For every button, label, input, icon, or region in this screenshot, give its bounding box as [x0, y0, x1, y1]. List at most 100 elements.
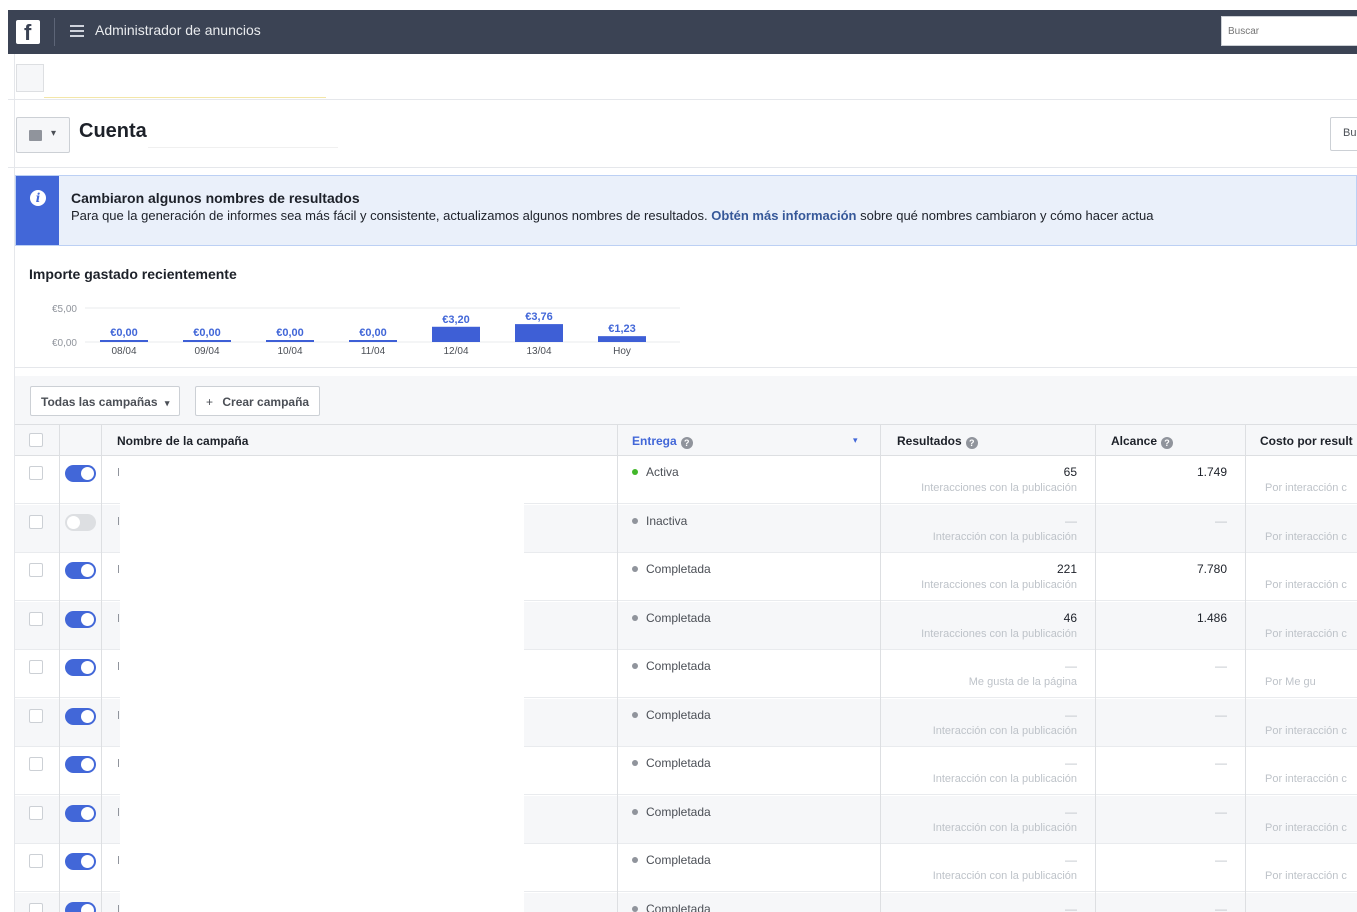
delivery-status-label: Completada: [646, 804, 711, 819]
search-input[interactable]: [1221, 16, 1357, 46]
hamburger-menu-icon[interactable]: [70, 25, 84, 37]
facebook-logo[interactable]: f: [16, 20, 40, 45]
toggle-knob: [81, 661, 94, 674]
delivery-status: Completada: [632, 708, 711, 722]
spend-value-label: €0,00: [276, 327, 304, 339]
row-checkbox[interactable]: [29, 660, 43, 674]
delivery-status-label: Inactiva: [646, 513, 688, 528]
column-header-results[interactable]: Resultados?: [897, 425, 978, 455]
toggle-knob: [81, 806, 94, 820]
table-header: Nombre de la campaña Entrega? ▾ Resultad…: [15, 424, 1357, 456]
cost-per-result-type: Por interacción c: [1265, 773, 1347, 785]
learn-more-link[interactable]: Obtén más información: [711, 208, 856, 223]
spend-date-label: 09/04: [194, 346, 219, 357]
campaign-name-marker: [118, 613, 119, 622]
delivery-status: Completada: [632, 853, 711, 867]
campaign-toggle[interactable]: [65, 610, 96, 628]
campaign-toggle[interactable]: [65, 465, 96, 482]
column-header-reach[interactable]: Alcance?: [1111, 425, 1174, 455]
delivery-status: Completada: [632, 562, 711, 576]
results-type: Interacciones con la publicación: [921, 627, 1077, 640]
account-selector-field[interactable]: [44, 62, 326, 98]
results-value: —: [1065, 756, 1077, 770]
select-all-checkbox[interactable]: [29, 433, 43, 447]
campaigns-filter-dropdown[interactable]: Todas las campañas ▾: [30, 386, 181, 416]
account-header: ▾ Cuenta Bu: [8, 100, 1357, 168]
results-value: 46: [1063, 610, 1077, 625]
recent-spend-panel: Importe gastado recientemente €5,00 €0,00…: [15, 256, 1357, 368]
campaign-toggle[interactable]: [65, 659, 96, 676]
row-checkbox[interactable]: [29, 611, 43, 626]
column-divider: [617, 424, 618, 912]
toggle-knob: [81, 903, 94, 912]
help-icon[interactable]: ?: [965, 437, 978, 449]
page-title: Cuenta: [79, 120, 147, 142]
status-dot: [632, 614, 638, 621]
status-dot: [632, 469, 638, 475]
spend-bar: [598, 336, 646, 342]
selector-checkbox[interactable]: [16, 64, 44, 92]
campaign-toggle[interactable]: [65, 562, 96, 579]
column-header-name[interactable]: Nombre de la campaña: [117, 425, 248, 455]
status-dot: [632, 857, 638, 863]
campaign-toggle[interactable]: [65, 756, 96, 773]
toggle-knob: [81, 855, 94, 868]
cost-per-result-type: Por interacción c: [1265, 627, 1347, 640]
delivery-status: Activa: [632, 465, 679, 479]
row-checkbox[interactable]: [29, 757, 43, 771]
sort-chevron-icon[interactable]: ▾: [853, 435, 858, 446]
row-checkbox[interactable]: [29, 514, 43, 529]
cost-per-result-type: Por interacción c: [1265, 530, 1347, 543]
spend-value-label: €3,76: [525, 311, 553, 323]
campaign-name-marker: [118, 759, 119, 767]
spend-bar: [266, 340, 314, 342]
column-header-cost[interactable]: Costo por result: [1260, 425, 1353, 455]
spend-value-label: €0,00: [193, 327, 221, 339]
create-campaign-label: Crear campaña: [222, 395, 310, 409]
app-title[interactable]: Administrador de anuncios: [95, 22, 261, 38]
row-checkbox[interactable]: [29, 805, 43, 820]
spend-date-label: Hoy: [613, 346, 631, 357]
reach-value: 1.486: [1196, 610, 1227, 625]
spend-bar-chart: €5,00 €0,00 €0,00 08/04 €0,00 09/04 €0,00 10/04…: [52, 304, 680, 357]
row-checkbox[interactable]: [29, 563, 43, 577]
column-header-results-label: Resultados: [897, 434, 962, 448]
campaign-name-marker: [118, 516, 119, 525]
header-right-button[interactable]: Bu: [1330, 117, 1357, 151]
column-divider: [880, 424, 881, 912]
column-divider: [59, 424, 60, 912]
toggle-knob: [81, 467, 94, 480]
page-left-edge: [8, 54, 15, 912]
row-checkbox[interactable]: [29, 708, 43, 723]
results-value: —: [1065, 659, 1077, 673]
row-checkbox[interactable]: [29, 854, 43, 868]
spend-value-label: €0,00: [359, 327, 387, 339]
status-dot: [632, 663, 638, 669]
help-icon[interactable]: ?: [1161, 437, 1174, 449]
reach-value: —: [1215, 853, 1227, 867]
campaign-toggle[interactable]: [65, 901, 96, 912]
toggle-knob: [81, 709, 94, 723]
campaign-toggle[interactable]: [65, 804, 96, 822]
delivery-status-label: Completada: [646, 610, 711, 625]
results-type: Interacción con la publicación: [932, 724, 1077, 737]
column-divider: [101, 424, 102, 912]
cost-per-result-type: Por interacción c: [1265, 724, 1347, 737]
campaign-toggle[interactable]: [65, 707, 96, 725]
campaign-toggle[interactable]: [65, 513, 96, 531]
campaign-names-area: [120, 463, 524, 912]
results-value: 221: [1056, 562, 1077, 576]
row-checkbox[interactable]: [29, 902, 43, 912]
delivery-status-label: Completada: [646, 562, 711, 576]
results-type: Interacción con la publicación: [932, 870, 1077, 882]
campaign-toggle[interactable]: [65, 853, 96, 870]
column-header-delivery[interactable]: Entrega?: [632, 425, 693, 455]
account-view-dropdown[interactable]: ▾: [16, 117, 70, 153]
help-icon[interactable]: ?: [680, 437, 693, 449]
status-dot: [632, 808, 638, 815]
banner-accent: i: [16, 176, 59, 245]
row-checkbox[interactable]: [29, 466, 43, 480]
campaign-name-marker: [118, 565, 119, 573]
spend-bar: [349, 340, 397, 342]
create-campaign-button[interactable]: + Crear campaña: [195, 386, 321, 416]
